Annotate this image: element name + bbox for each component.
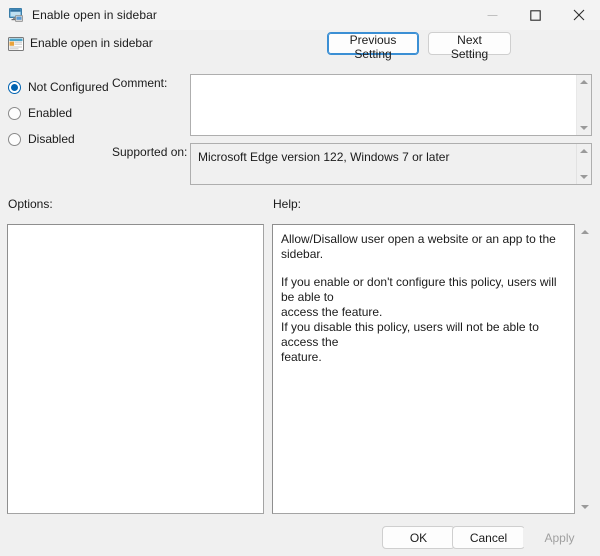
help-paragraph-2-line-4: feature. xyxy=(281,350,322,364)
comment-text[interactable] xyxy=(191,75,576,135)
close-icon[interactable] xyxy=(557,0,600,30)
radio-enabled[interactable]: Enabled xyxy=(8,102,109,124)
radio-disabled[interactable]: Disabled xyxy=(8,128,109,150)
title-bar: Enable open in sidebar xyxy=(0,0,600,30)
comment-scrollbar[interactable] xyxy=(576,75,591,135)
help-paragraph-2-line-1: If you enable or don't configure this po… xyxy=(281,275,557,304)
scroll-up-icon[interactable] xyxy=(577,144,592,158)
supported-on-field: Microsoft Edge version 122, Windows 7 or… xyxy=(190,143,592,185)
apply-button: Apply xyxy=(523,526,596,549)
policy-editor-icon xyxy=(8,7,24,23)
help-label: Help: xyxy=(273,197,302,211)
ok-button[interactable]: OK xyxy=(382,526,455,549)
maximize-icon[interactable] xyxy=(514,0,557,30)
options-label: Options: xyxy=(8,197,53,211)
scroll-up-icon[interactable] xyxy=(577,224,593,239)
policy-name: Enable open in sidebar xyxy=(30,36,153,50)
help-scrollbar[interactable] xyxy=(577,224,593,514)
radio-label-enabled: Enabled xyxy=(28,106,73,120)
help-panel: Allow/Disallow user open a website or an… xyxy=(272,224,575,514)
scroll-up-icon[interactable] xyxy=(577,75,592,89)
help-paragraph-1: Allow/Disallow user open a website or an… xyxy=(281,232,556,261)
comment-field[interactable] xyxy=(190,74,592,136)
help-spacer xyxy=(281,262,566,275)
scroll-down-icon[interactable] xyxy=(577,170,592,184)
help-paragraph-2-line-3: If you disable this policy, users will n… xyxy=(281,320,539,349)
minimize-icon[interactable] xyxy=(471,0,514,30)
window-title: Enable open in sidebar xyxy=(32,8,157,22)
previous-setting-button[interactable]: Previous Setting xyxy=(327,32,419,61)
radio-indicator-icon xyxy=(8,80,21,94)
scroll-down-icon[interactable] xyxy=(577,499,593,514)
help-paragraph-2-line-2: access the feature. xyxy=(281,305,383,319)
radio-indicator-icon xyxy=(8,132,21,146)
policy-setting-icon xyxy=(7,35,25,53)
comment-label: Comment: xyxy=(112,76,168,90)
radio-not-configured[interactable]: Not Configured xyxy=(8,76,109,98)
policy-header: Enable open in sidebar Previous Setting … xyxy=(0,32,600,61)
help-content: Allow/Disallow user open a website or an… xyxy=(273,225,574,372)
radio-indicator-icon xyxy=(8,106,21,120)
policy-state-radio-group: Not Configured Enabled Disabled xyxy=(8,76,109,154)
next-setting-button[interactable]: Next Setting xyxy=(428,32,511,61)
cancel-button[interactable]: Cancel xyxy=(452,526,525,549)
radio-label-not-configured: Not Configured xyxy=(28,80,109,94)
supported-on-label: Supported on: xyxy=(112,145,188,159)
window-controls xyxy=(471,0,600,30)
options-panel[interactable] xyxy=(7,224,264,514)
options-content xyxy=(8,225,263,239)
scroll-down-icon[interactable] xyxy=(577,121,592,135)
supported-on-scrollbar[interactable] xyxy=(576,144,591,184)
radio-label-disabled: Disabled xyxy=(28,132,75,146)
supported-on-text: Microsoft Edge version 122, Windows 7 or… xyxy=(191,144,576,184)
